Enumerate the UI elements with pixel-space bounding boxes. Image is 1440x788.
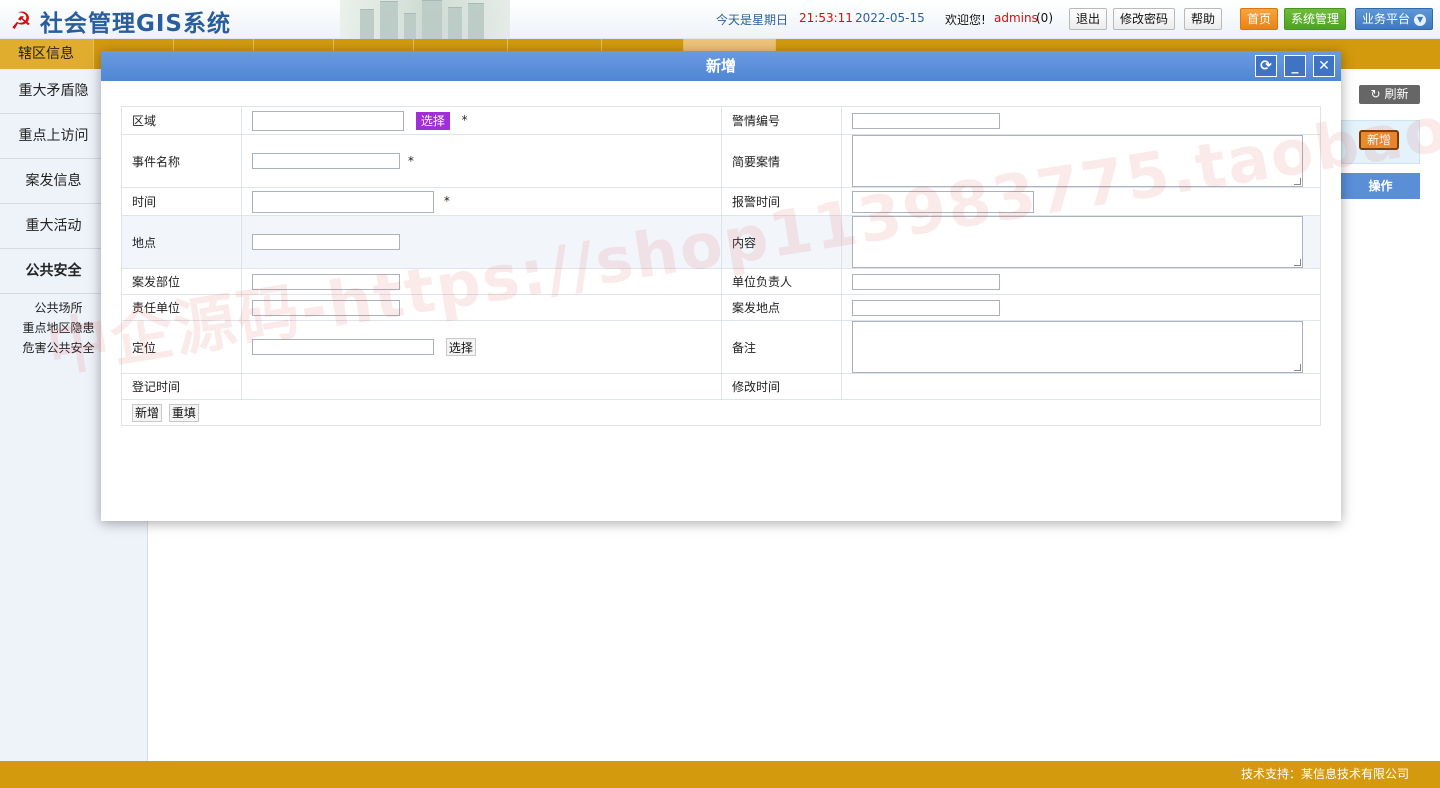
label-position: 定位 — [121, 320, 242, 374]
brief-textarea[interactable] — [852, 135, 1303, 187]
chevron-down-icon: ▼ — [1414, 13, 1427, 26]
label-event-name: 事件名称 — [121, 134, 242, 188]
label-brief: 简要案情 — [721, 134, 842, 188]
weekday-label: 今天是星期日 — [716, 13, 789, 27]
close-icon[interactable]: ✕ — [1313, 55, 1335, 77]
label-dept: 案发部位 — [121, 268, 242, 295]
header-banner-image — [340, 0, 510, 39]
case-location-cell — [841, 294, 1321, 321]
reload-icon[interactable]: ⟳ — [1255, 55, 1277, 77]
add-dialog: 新增 ⟳ _ ✕ 区域 选择 * 警情编号 事件名称 * 简要案情 时间 * 报… — [101, 51, 1341, 521]
refresh-button[interactable]: ↻ 刷新 — [1359, 85, 1420, 104]
unit-head-input[interactable] — [852, 273, 1000, 290]
time-cell: * — [241, 187, 722, 216]
resp-unit-input[interactable] — [252, 299, 400, 316]
reg-time-value — [241, 373, 722, 400]
reset-button[interactable]: 重填 — [168, 403, 199, 422]
position-input[interactable] — [252, 339, 434, 355]
unit-head-cell — [841, 268, 1321, 295]
label-unit-head: 单位负责人 — [721, 268, 842, 295]
refresh-icon: ↻ — [1370, 87, 1381, 101]
table-header-operation: 操作 — [1341, 173, 1420, 199]
brief-cell — [841, 134, 1321, 188]
label-mod-time: 修改时间 — [721, 373, 842, 400]
alarm-no-cell — [841, 106, 1321, 135]
time-input[interactable] — [252, 190, 434, 213]
label-case-location: 案发地点 — [721, 294, 842, 321]
report-time-cell — [841, 187, 1321, 216]
welcome-text: 欢迎您! — [945, 13, 986, 27]
dept-cell — [241, 268, 722, 295]
report-time-input[interactable] — [852, 190, 1034, 213]
submit-add-button[interactable]: 新增 — [132, 403, 163, 422]
system-admin-button[interactable]: 系统管理 — [1284, 8, 1347, 30]
case-location-input[interactable] — [852, 299, 1000, 316]
help-button[interactable]: 帮助 — [1184, 8, 1223, 30]
required-mark: * — [443, 194, 450, 208]
add-record-button[interactable]: 新增 — [1359, 130, 1399, 150]
alarm-no-input[interactable] — [852, 112, 1000, 129]
logout-button[interactable]: 退出 — [1069, 8, 1108, 30]
area-input[interactable] — [252, 110, 404, 131]
refresh-label: 刷新 — [1384, 87, 1409, 101]
remark-cell — [841, 320, 1321, 374]
label-resp-unit: 责任单位 — [121, 294, 242, 321]
logo: ☭ 社会管理GIS系统 — [6, 4, 231, 38]
home-button[interactable]: 首页 — [1240, 8, 1279, 30]
label-alarm-no: 警情编号 — [721, 106, 842, 135]
location-input[interactable] — [252, 234, 400, 250]
label-location: 地点 — [121, 215, 242, 269]
party-emblem-icon: ☭ — [10, 7, 32, 35]
minimize-icon[interactable]: _ — [1284, 55, 1306, 77]
tab-jurisdiction-info[interactable]: 辖区信息 — [0, 39, 94, 69]
remark-textarea[interactable] — [852, 321, 1303, 373]
label-report-time: 报警时间 — [721, 187, 842, 216]
label-area: 区域 — [121, 106, 242, 135]
position-select-button[interactable]: 选择 — [445, 338, 476, 356]
dialog-title: 新增 — [705, 57, 736, 75]
add-form: 区域 选择 * 警情编号 事件名称 * 简要案情 时间 * 报警时间 地点 内容… — [121, 106, 1321, 426]
area-cell: 选择 * — [241, 106, 722, 135]
footer: 技术支持：某信息技术有限公司 — [0, 761, 1440, 788]
business-platform-label: 业务平台 — [1362, 12, 1411, 26]
required-mark: * — [461, 113, 468, 127]
required-mark: * — [407, 153, 414, 168]
event-name-input[interactable] — [252, 153, 400, 169]
content-cell — [841, 215, 1321, 269]
label-content: 内容 — [721, 215, 842, 269]
label-time: 时间 — [121, 187, 242, 216]
message-count[interactable]: (0) — [1036, 11, 1053, 25]
mod-time-value — [841, 373, 1321, 400]
label-remark: 备注 — [721, 320, 842, 374]
username: admins — [994, 11, 1038, 25]
top-header: ☭ 社会管理GIS系统 今天是星期日 21:53:11 2022-05-15 欢… — [0, 0, 1440, 39]
position-cell: 选择 — [241, 320, 722, 374]
location-cell — [241, 215, 722, 269]
tech-support-text: 技术支持：某信息技术有限公司 — [1240, 767, 1409, 781]
form-actions: 新增 重填 — [121, 399, 1321, 426]
business-platform-button[interactable]: 业务平台 ▼ — [1355, 8, 1434, 30]
area-select-button[interactable]: 选择 — [415, 111, 450, 130]
dialog-titlebar: 新增 ⟳ _ ✕ — [101, 51, 1341, 81]
content-textarea[interactable] — [852, 216, 1303, 268]
label-reg-time: 登记时间 — [121, 373, 242, 400]
dept-input[interactable] — [252, 273, 400, 290]
change-password-button[interactable]: 修改密码 — [1113, 8, 1176, 30]
app-title: 社会管理GIS系统 — [40, 11, 232, 37]
event-name-cell: * — [241, 134, 722, 188]
resp-unit-cell — [241, 294, 722, 321]
clock-time: 21:53:11 — [799, 11, 853, 25]
current-date: 2022-05-15 — [855, 11, 925, 25]
